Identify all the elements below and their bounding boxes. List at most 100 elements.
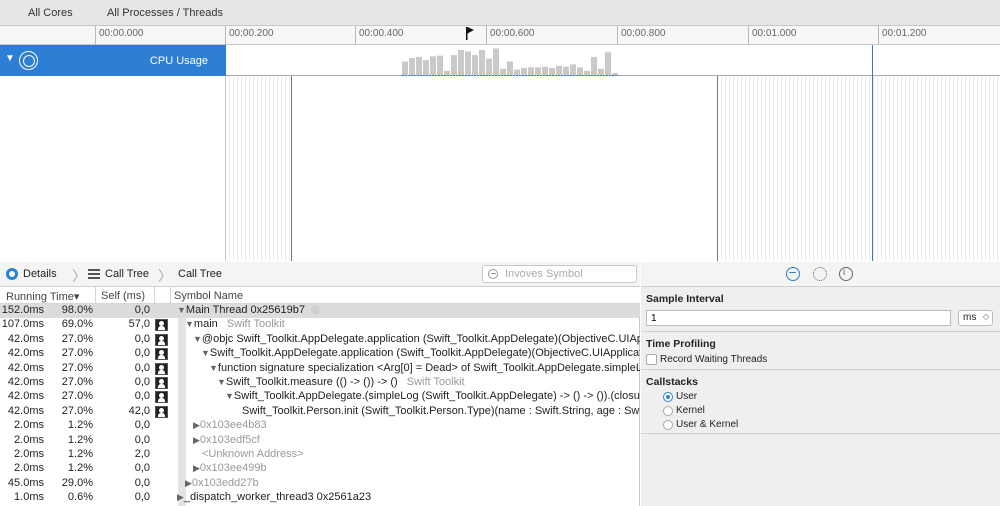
disclosure-triangle-icon[interactable]: ▶ (193, 420, 200, 430)
waveform-icon[interactable] (786, 267, 800, 281)
table-row[interactable]: 1.0ms 0.6% 0,0 ▶_dispatch_worker_thread3 0x… (0, 491, 640, 505)
table-row[interactable]: 42.0ms 27.0% 0,0 ▼Swift_Toolkit.measure (()… (0, 376, 640, 390)
self-time-cell: 0,0 (134, 347, 150, 360)
search-input[interactable] (505, 267, 633, 281)
column-running-time[interactable]: Running Time▾ (6, 290, 79, 303)
cpu-usage-bar (577, 67, 583, 76)
cpu-usage-bar (535, 67, 541, 76)
timeline-ruler[interactable]: 00:00.000 00:00.200 00:00.400 00:00.600 … (0, 26, 1000, 45)
ruler-tick: 00:00.400 (355, 26, 404, 45)
table-row[interactable]: 42.0ms 27.0% 0,0 ▼@objc Swift_Toolkit.AppDe… (0, 333, 640, 347)
all-processes-filter[interactable]: All Processes / Threads (107, 7, 223, 19)
disclosure-triangle-icon[interactable]: ▶ (193, 435, 200, 445)
person-icon (155, 391, 168, 404)
percent-cell: 0.6% (67, 491, 93, 504)
self-time-cell: 0,0 (134, 419, 150, 432)
cpu-usage-bar (528, 67, 534, 76)
timeline-graph[interactable] (226, 45, 1000, 261)
percent-cell: 27.0% (61, 347, 93, 360)
inspection-range[interactable] (291, 45, 718, 261)
link-icon[interactable] (310, 305, 320, 314)
info-icon[interactable] (839, 267, 853, 281)
table-row[interactable]: 2.0ms 1.2% 0,0 ▶0x103ee4b83 (0, 419, 640, 433)
column-self[interactable]: Self (ms) (101, 290, 145, 302)
table-row[interactable]: 152.0ms 98.0% 0,0 ▼Main Thread 0x25619b7 (0, 304, 640, 319)
record-waiting-threads-checkbox[interactable] (646, 354, 657, 365)
disclosure-triangle-icon[interactable]: ▶ (177, 492, 184, 502)
symbol-cell: ▶0x103ee499b (193, 462, 267, 474)
radio-user-label: User (676, 391, 698, 402)
person-icon (155, 348, 168, 361)
disclosure-triangle-icon[interactable]: ▼ (185, 319, 194, 329)
radio-user[interactable] (663, 392, 673, 402)
symbol-cell: ▶0x103ee4b83 (193, 419, 267, 431)
cpu-usage-bar (451, 55, 457, 76)
section-title: Time Profiling (646, 338, 716, 350)
symbol-name: main (193, 318, 218, 331)
table-row[interactable]: 42.0ms 27.0% 42,0 Swift_Toolkit.Person.init… (0, 405, 640, 419)
column-header: Running Time▾ Self (ms) Symbol Name (0, 287, 640, 304)
radio-user-and-kernel[interactable] (663, 420, 673, 430)
running-time-cell: 42.0ms (7, 404, 44, 417)
gear-icon[interactable] (813, 267, 827, 281)
symbol-search[interactable] (482, 265, 637, 283)
unit-select[interactable]: ms ◇ (958, 310, 993, 326)
sample-interval-field[interactable] (646, 310, 951, 326)
disclosure-triangle-icon[interactable]: ▼ (225, 391, 234, 401)
table-row[interactable]: 2.0ms 1.2% 0,0 ▶0x103edf5cf (0, 434, 640, 448)
disclosure-triangle-icon[interactable]: ▶ (193, 463, 200, 473)
symbol-name: 0x103ee499b (199, 462, 267, 475)
percent-cell: 27.0% (61, 404, 93, 417)
symbol-name: Swift_Toolkit.measure (() -> ()) -> () (225, 376, 398, 388)
disclosure-triangle-icon[interactable]: ▼ (209, 363, 218, 373)
symbol-cell: ▼@objc Swift_Toolkit.AppDelegate.applica… (193, 333, 640, 345)
disclosure-triangle-icon[interactable]: ▼ (217, 377, 226, 387)
disclosure-triangle-icon[interactable]: ▼ (201, 348, 210, 358)
table-row[interactable]: 45.0ms 29.0% 0,0 ▶0x103edd27b (0, 477, 640, 491)
percent-cell: 1.2% (67, 462, 93, 475)
table-row[interactable]: 2.0ms 1.2% 2,0 <Unknown Address> (0, 448, 640, 462)
person-icon (155, 333, 168, 346)
percent-cell: 1.2% (67, 419, 93, 432)
ruler-tick: 00:00.200 (225, 26, 274, 45)
flag-icon[interactable] (465, 27, 475, 40)
running-time-cell: 42.0ms (7, 361, 44, 374)
jump-bar-call-tree-current[interactable]: Call Tree (178, 268, 222, 280)
radio-kernel[interactable] (663, 406, 673, 416)
symbol-name: Main Thread 0x25619b7 (185, 304, 305, 316)
cpu-usage-bar (598, 68, 604, 76)
ruler-tick: 00:01.200 (878, 26, 927, 45)
table-row[interactable]: 2.0ms 1.2% 0,0 ▶0x103ee499b (0, 462, 640, 476)
disclosure-triangle-icon[interactable]: ▼ (177, 305, 186, 315)
call-tree-icon (88, 269, 100, 279)
cpu-usage-bar (549, 67, 555, 76)
symbol-name: 0x103ee4b83 (199, 419, 267, 432)
chevron-right-icon: 〉 (72, 268, 86, 284)
table-row[interactable]: 42.0ms 27.0% 0,0 ▼Swift_Toolkit.AppDelegate… (0, 347, 640, 361)
percent-cell: 69.0% (61, 318, 93, 331)
cpu-usage-graph (402, 48, 619, 76)
self-time-cell: 42,0 (128, 404, 150, 417)
self-time-cell: 0,0 (134, 491, 150, 504)
disclosure-triangle-icon[interactable]: ▶ (185, 478, 192, 488)
cpu-usage-track-label[interactable]: ▼ CPU Usage (0, 45, 226, 76)
column-symbol-name[interactable]: Symbol Name (174, 290, 243, 302)
running-time-cell: 2.0ms (14, 419, 44, 432)
jump-bar-details[interactable]: Details (23, 268, 57, 280)
percent-cell: 27.0% (61, 376, 93, 388)
table-row[interactable]: 42.0ms 27.0% 0,0 ▼Swift_Toolkit.AppDelegate… (0, 390, 640, 404)
disclosure-triangle-icon[interactable]: ▼ (193, 334, 202, 344)
symbol-cell: ▼Swift_Toolkit.AppDelegate.application (… (201, 347, 640, 359)
playhead[interactable] (872, 45, 873, 261)
running-time-cell: 2.0ms (14, 448, 44, 460)
disclosure-triangle-icon[interactable]: ▼ (5, 53, 15, 64)
track-title: CPU Usage (149, 55, 208, 67)
symbol-name: Swift_Toolkit.AppDelegate.application (S… (209, 347, 640, 360)
cpu-usage-bar (493, 48, 499, 76)
jump-bar-call-tree[interactable]: Call Tree (105, 268, 149, 280)
table-row[interactable]: 42.0ms 27.0% 0,0 ▼function signature specia… (0, 362, 640, 376)
percent-cell: 1.2% (67, 433, 93, 446)
table-row[interactable]: 107.0ms 69.0% 57,0 ▼main Swift Toolkit (0, 318, 640, 332)
cpu-usage-bar (591, 56, 597, 76)
all-cores-filter[interactable]: All Cores (28, 7, 73, 19)
